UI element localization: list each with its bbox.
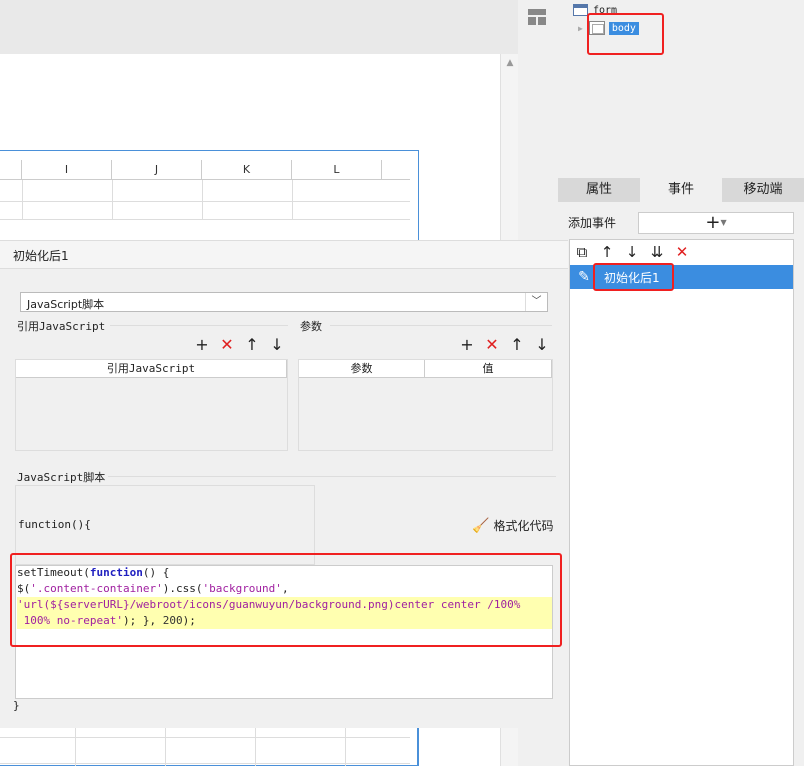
property-tabs: 属性 事件 移动端 <box>558 178 804 202</box>
divider <box>108 476 556 477</box>
delete-icon[interactable]: ✕ <box>674 244 690 260</box>
table-header: 参数 值 <box>299 360 552 378</box>
grid-line <box>292 180 293 220</box>
column-header-param[interactable]: 参数 <box>299 360 425 377</box>
grid-line <box>112 180 113 220</box>
tab-properties[interactable]: 属性 <box>558 178 640 202</box>
tree-node-label: form <box>593 4 618 16</box>
column-headers: I J K L <box>0 160 410 180</box>
tree-node-form[interactable]: form <box>573 4 617 16</box>
dialog-title: 初始化后1 <box>13 249 69 263</box>
column-header-k[interactable]: K <box>202 160 292 180</box>
chevron-down-icon[interactable]: ﹀ <box>525 293 547 311</box>
event-editor-dialog: 初始化后1 JavaScript脚本 ﹀ 引用JavaScript 参数 + ✕… <box>0 240 568 728</box>
grid-line <box>202 180 203 220</box>
ref-js-label: 引用JavaScript <box>17 320 106 333</box>
grid-line <box>345 728 346 766</box>
copy-icon[interactable]: ⧉ <box>574 244 590 260</box>
grid-row[interactable] <box>0 728 410 738</box>
format-code-label: 格式化代码 <box>493 519 554 533</box>
event-item-label: 初始化后1 <box>604 270 660 285</box>
dialog-header: 初始化后1 <box>0 241 568 269</box>
script-type-select[interactable]: JavaScript脚本 ﹀ <box>20 292 548 312</box>
script-section-label: JavaScript脚本 <box>17 471 106 484</box>
delete-icon[interactable]: ✕ <box>485 337 499 353</box>
script-type-value: JavaScript脚本 <box>27 298 105 311</box>
tab-mobile[interactable]: 移动端 <box>722 178 804 202</box>
divider <box>330 325 552 326</box>
add-event-label: 添加事件 <box>568 216 617 230</box>
function-close: } <box>13 699 20 712</box>
code-line: $('.content-container').css('background'… <box>17 582 289 595</box>
tab-events[interactable]: 事件 <box>640 178 722 202</box>
function-open: function(){ <box>18 518 91 531</box>
add-icon[interactable]: + <box>195 337 209 353</box>
add-event-button[interactable]: +▼ <box>638 212 794 234</box>
grid-line <box>165 728 166 766</box>
divider <box>110 325 288 326</box>
move-down-icon[interactable]: ↓ <box>624 244 640 260</box>
code-line: 100% no-repeat'); }, 200); <box>17 613 552 629</box>
params-toolbar: + ✕ ↑ ↓ <box>460 337 549 353</box>
event-item[interactable]: ✎ 初始化后1 <box>570 265 793 289</box>
table-header: 引用JavaScript <box>16 360 287 378</box>
grid-line <box>22 180 23 220</box>
column-header-prev <box>0 160 22 180</box>
column-header-j[interactable]: J <box>112 160 202 180</box>
function-header-box: function(){ <box>15 485 315 565</box>
body-icon <box>588 21 605 35</box>
move-up-icon[interactable]: ↑ <box>510 337 524 353</box>
edit-pencil-icon[interactable]: ✎ <box>570 269 598 285</box>
form-icon <box>573 4 588 16</box>
plus-icon: + <box>705 212 721 233</box>
delete-icon[interactable]: ✕ <box>220 337 234 353</box>
move-down-icon[interactable]: ↓ <box>270 337 284 353</box>
scroll-up-icon[interactable]: ▲ <box>501 58 519 68</box>
move-up-icon[interactable]: ↑ <box>599 244 615 260</box>
grid-row[interactable] <box>0 202 410 220</box>
grid-row[interactable] <box>0 738 410 764</box>
layout-toggle-icon[interactable] <box>528 9 546 25</box>
body-frame-edge <box>417 728 419 766</box>
ref-js-table[interactable]: 引用JavaScript <box>15 359 288 451</box>
column-header-value[interactable]: 值 <box>425 360 552 377</box>
event-list: ⧉ ↑ ↓ ⇊ ✕ ✎ 初始化后1 <box>569 239 794 766</box>
move-up-icon[interactable]: ↑ <box>245 337 259 353</box>
ref-js-toolbar: + ✕ ↑ ↓ <box>195 337 284 353</box>
event-toolbar: ⧉ ↑ ↓ ⇊ ✕ <box>570 240 793 264</box>
move-down-icon[interactable]: ↓ <box>535 337 549 353</box>
sort-down-icon[interactable]: ⇊ <box>649 244 665 260</box>
add-icon[interactable]: + <box>460 337 474 353</box>
params-table[interactable]: 参数 值 <box>298 359 553 451</box>
broom-icon: 🧹 <box>472 517 490 534</box>
tree-node-body[interactable]: ▶ body <box>578 21 639 35</box>
column-header-ref-js[interactable]: 引用JavaScript <box>16 360 287 377</box>
code-line: 'url(${serverURL}/webroot/icons/guanwuyu… <box>17 597 552 613</box>
code-line: setTimeout(function() { <box>17 566 170 579</box>
dropdown-arrow-icon: ▼ <box>720 218 727 227</box>
grid-row[interactable] <box>0 180 410 202</box>
grid-line <box>255 728 256 766</box>
widget-tree: form ▶ body <box>558 0 804 178</box>
params-label: 参数 <box>300 320 322 333</box>
format-code-button[interactable]: 🧹 格式化代码 <box>472 517 553 534</box>
column-header-l[interactable]: L <box>292 160 382 180</box>
column-header-i[interactable]: I <box>22 160 112 180</box>
grid-line <box>75 728 76 766</box>
bottom-grid[interactable] <box>0 728 410 766</box>
add-event-row: 添加事件 +▼ <box>558 202 804 238</box>
expand-arrow-icon[interactable]: ▶ <box>578 24 583 33</box>
tree-node-label: body <box>608 21 639 35</box>
code-editor[interactable]: setTimeout(function() { $('.content-cont… <box>15 565 553 699</box>
